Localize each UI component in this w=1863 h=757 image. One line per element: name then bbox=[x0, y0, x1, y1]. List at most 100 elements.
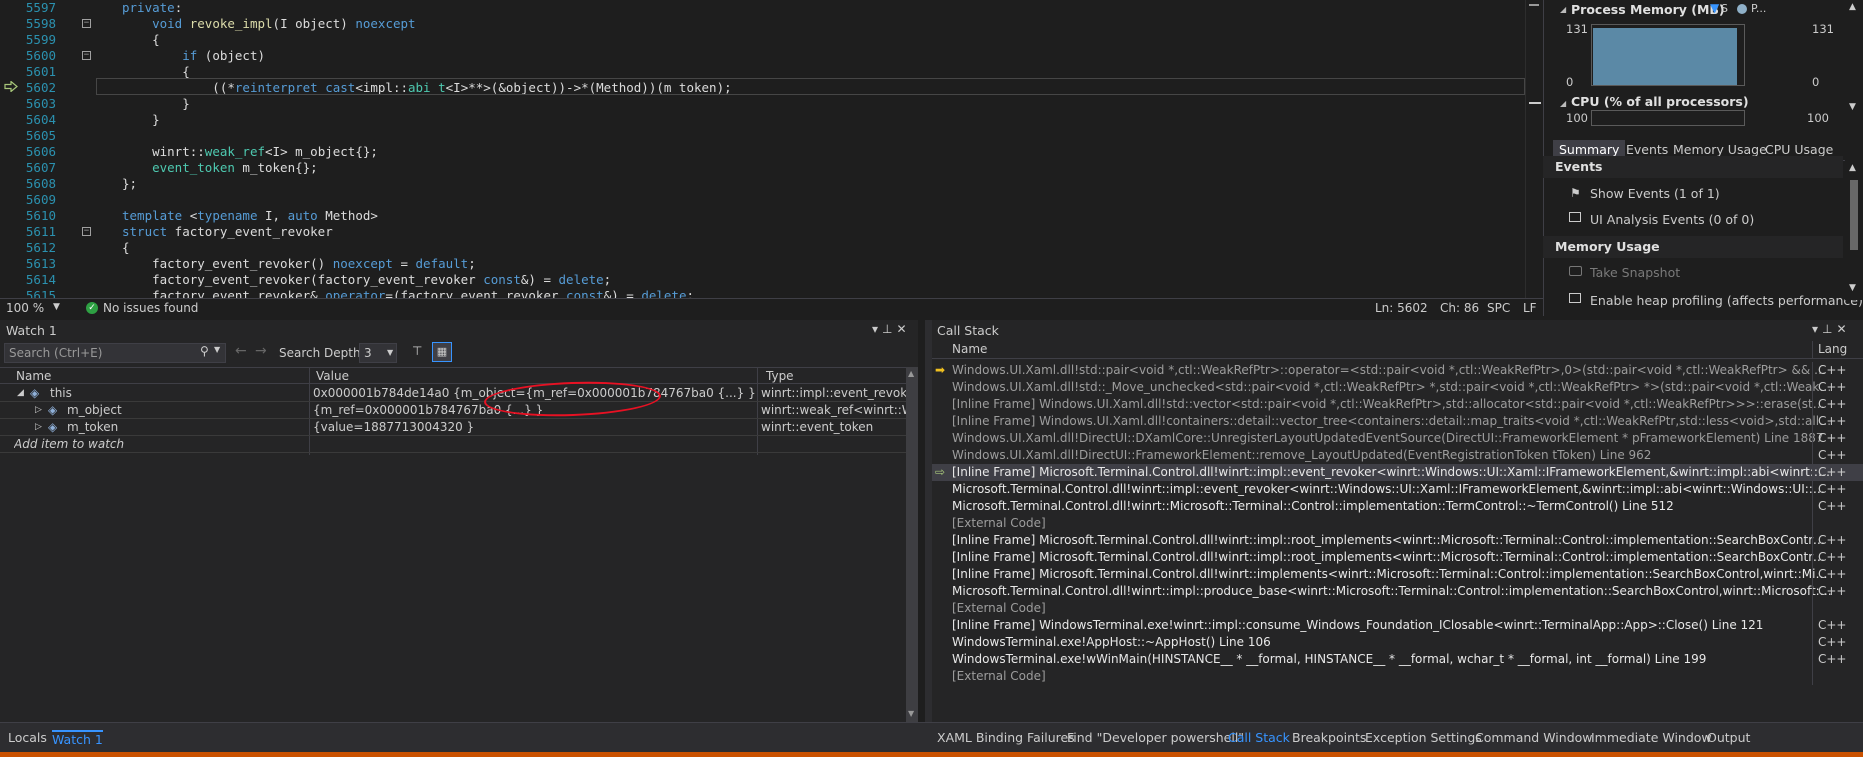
back-arrow-icon[interactable]: ← bbox=[235, 343, 247, 359]
expand-down-icon[interactable]: ◢ bbox=[17, 385, 24, 401]
watch-scrollbar[interactable]: ▲ ▼ bbox=[906, 367, 918, 722]
watch-value[interactable]: {value=1887713004320 } bbox=[313, 419, 755, 435]
code-line[interactable]: 5610 template <typename I, auto Method> bbox=[0, 208, 1525, 224]
watch-row-this[interactable]: ◢ ◈ this 0x000001b784de14a0 {m_object={m… bbox=[0, 385, 906, 402]
code-line[interactable]: 5604 } bbox=[0, 112, 1525, 128]
editor-scrollbar[interactable] bbox=[1525, 0, 1543, 298]
column-language[interactable]: Lang bbox=[1818, 342, 1847, 356]
heap-profiling-label[interactable]: Enable heap profiling (affects performan… bbox=[1590, 293, 1863, 308]
add-item-placeholder[interactable]: Add item to watch bbox=[14, 436, 124, 452]
tab-breakpoints[interactable]: Breakpoints bbox=[1292, 730, 1366, 745]
pin-columns-icon[interactable]: ⊤ bbox=[412, 344, 422, 358]
cpu-chart[interactable] bbox=[1591, 110, 1745, 126]
zoom-dropdown-icon[interactable]: ▼ bbox=[53, 299, 60, 315]
column-name[interactable]: Name bbox=[16, 369, 51, 383]
code-line[interactable]: 5607 event_token m_token{}; bbox=[0, 160, 1525, 176]
tab-find-results[interactable]: Find "Developer powershell" bbox=[1067, 730, 1244, 745]
call-stack-frame[interactable]: WindowsTerminal.exe!AppHost::~AppHost() … bbox=[932, 634, 1863, 651]
take-snapshot-button[interactable]: Take Snapshot bbox=[1590, 265, 1680, 280]
tab-call-stack[interactable]: Call Stack bbox=[1228, 730, 1290, 745]
column-separator[interactable] bbox=[1812, 341, 1813, 359]
tab-watch-1[interactable]: Watch 1 bbox=[52, 730, 103, 747]
code-line[interactable]: 5611 − struct factory_event_revoker bbox=[0, 224, 1525, 240]
scroll-up-icon[interactable]: ▲ bbox=[1849, 163, 1856, 173]
scroll-up-icon[interactable]: ▲ bbox=[1849, 2, 1856, 12]
column-type[interactable]: Type bbox=[766, 369, 794, 383]
ui-analysis-link[interactable]: UI Analysis Events (0 of 0) bbox=[1590, 212, 1754, 227]
pin-icon[interactable]: ⊥ bbox=[1822, 322, 1836, 336]
collapse-triangle-icon[interactable]: ◢ bbox=[1560, 99, 1566, 108]
dropdown-icon[interactable]: ▾ bbox=[872, 322, 882, 336]
scroll-down-icon[interactable]: ▼ bbox=[908, 709, 914, 718]
tab-command-window[interactable]: Command Window bbox=[1475, 730, 1593, 745]
code-line[interactable]: 5597 private: bbox=[0, 0, 1525, 16]
call-stack-frame[interactable]: [Inline Frame] WindowsTerminal.exe!winrt… bbox=[932, 617, 1863, 634]
collapse-triangle-icon[interactable]: ◢ bbox=[1560, 5, 1566, 14]
issues-status[interactable]: No issues found bbox=[103, 300, 198, 316]
watch-row-m-token[interactable]: ▷ ◈ m_token {value=1887713004320 } winrt… bbox=[0, 419, 906, 436]
fold-collapse-icon[interactable]: − bbox=[82, 51, 91, 60]
view-toggle-icon[interactable]: ▦ bbox=[432, 342, 452, 362]
code-line[interactable]: 5605 bbox=[0, 128, 1525, 144]
close-icon[interactable]: ✕ bbox=[1836, 322, 1850, 336]
call-stack-frame[interactable]: Windows.UI.Xaml.dll!std::_Move_unchecked… bbox=[932, 379, 1863, 396]
call-stack-frame[interactable]: Windows.UI.Xaml.dll!DirectUI::DXamlCore:… bbox=[932, 430, 1863, 447]
close-icon[interactable]: ✕ bbox=[896, 322, 910, 336]
search-icon[interactable]: ⚲ bbox=[200, 344, 209, 358]
fold-collapse-icon[interactable]: − bbox=[82, 19, 91, 28]
show-events-link[interactable]: Show Events (1 of 1) bbox=[1590, 186, 1720, 201]
code-line[interactable]: 5600 − if (object) bbox=[0, 48, 1525, 64]
scroll-down-icon[interactable]: ▼ bbox=[1849, 102, 1856, 112]
zoom-level[interactable]: 100 % bbox=[6, 300, 44, 316]
watch-row-add-item[interactable]: Add item to watch bbox=[0, 436, 906, 453]
tab-immediate-window[interactable]: Immediate Window bbox=[1591, 730, 1712, 745]
scroll-up-icon[interactable]: ▲ bbox=[908, 369, 914, 378]
code-line[interactable]: 5613 factory_event_revoker() noexcept = … bbox=[0, 256, 1525, 272]
call-stack-frame[interactable]: WindowsTerminal.exe!wWinMain(HINSTANCE__… bbox=[932, 651, 1863, 668]
call-stack-frame[interactable]: [External Code] bbox=[932, 515, 1863, 532]
forward-arrow-icon[interactable]: → bbox=[255, 343, 267, 359]
search-dropdown-icon[interactable]: ▼ bbox=[214, 345, 220, 354]
call-stack-frame[interactable]: [Inline Frame] Microsoft.Terminal.Contro… bbox=[932, 566, 1863, 583]
pin-icon[interactable]: ⊥ bbox=[882, 322, 896, 336]
code-line[interactable]: 5598 − void revoke_impl(I object) noexcep… bbox=[0, 16, 1525, 32]
scroll-down-icon[interactable]: ▼ bbox=[1849, 283, 1856, 293]
tab-locals[interactable]: Locals bbox=[8, 730, 47, 745]
watch-search-input[interactable]: Search (Ctrl+E) bbox=[4, 343, 226, 363]
diag-scrollbar[interactable]: ▲ ▼ bbox=[1845, 160, 1863, 300]
code-line[interactable]: 5599 { bbox=[0, 32, 1525, 48]
call-stack-frame[interactable]: [External Code] bbox=[932, 600, 1863, 617]
call-stack-frame[interactable]: [Inline Frame] Microsoft.Terminal.Contro… bbox=[932, 532, 1863, 549]
call-stack-frame[interactable]: ➡ Windows.UI.Xaml.dll!std::pair<void *,ct… bbox=[932, 362, 1863, 379]
call-stack-frame[interactable]: [Inline Frame] Microsoft.Terminal.Contro… bbox=[932, 549, 1863, 566]
tab-xaml-binding-failures[interactable]: XAML Binding Failures bbox=[937, 730, 1075, 745]
code-line[interactable]: 5615 factory_event_revoker& operator=(fa… bbox=[0, 288, 1525, 298]
tab-output[interactable]: Output bbox=[1707, 730, 1750, 745]
search-depth-select[interactable]: 3 ▼ bbox=[359, 343, 397, 363]
code-line[interactable]: 5608}; bbox=[0, 176, 1525, 192]
code-line[interactable]: 5606 winrt::weak_ref<I> m_object{}; bbox=[0, 144, 1525, 160]
code-editor[interactable]: 5597 private: 5598 − void revoke_impl(I obj… bbox=[0, 0, 1525, 298]
call-stack-frame[interactable]: Microsoft.Terminal.Control.dll!winrt::Mi… bbox=[932, 498, 1863, 515]
call-stack-frame[interactable]: Microsoft.Terminal.Control.dll!winrt::im… bbox=[932, 481, 1863, 498]
code-line[interactable]: 5609 bbox=[0, 192, 1525, 208]
code-line[interactable]: 5603 } bbox=[0, 96, 1525, 112]
watch-row-m-object[interactable]: ▷ ◈ m_object {m_ref=0x000001b784767ba0 {… bbox=[0, 402, 906, 419]
dropdown-icon[interactable]: ▾ bbox=[1812, 322, 1822, 336]
code-line[interactable]: 5614 factory_event_revoker(factory_event… bbox=[0, 272, 1525, 288]
column-name[interactable]: Name bbox=[952, 342, 987, 356]
heap-profiling-checkbox[interactable] bbox=[1569, 293, 1581, 303]
call-stack-frame[interactable]: [Inline Frame] Windows.UI.Xaml.dll!std::… bbox=[932, 396, 1863, 413]
call-stack-frame[interactable]: ⇨ [Inline Frame] Microsoft.Terminal.Contr… bbox=[932, 464, 1863, 481]
code-line[interactable]: 5612 { bbox=[0, 240, 1525, 256]
process-memory-chart[interactable] bbox=[1591, 24, 1745, 86]
column-value[interactable]: Value bbox=[316, 369, 349, 383]
call-stack-frame[interactable]: Microsoft.Terminal.Control.dll!winrt::im… bbox=[932, 583, 1863, 600]
call-stack-frame[interactable]: [External Code] bbox=[932, 668, 1863, 685]
call-stack-frame[interactable]: [Inline Frame] Windows.UI.Xaml.dll!conta… bbox=[932, 413, 1863, 430]
expand-right-icon[interactable]: ▷ bbox=[35, 402, 42, 418]
call-stack-frame[interactable]: Windows.UI.Xaml.dll!DirectUI::FrameworkE… bbox=[932, 447, 1863, 464]
fold-collapse-icon[interactable]: − bbox=[82, 227, 91, 236]
expand-right-icon[interactable]: ▷ bbox=[35, 419, 42, 435]
scroll-thumb[interactable] bbox=[1850, 180, 1858, 250]
